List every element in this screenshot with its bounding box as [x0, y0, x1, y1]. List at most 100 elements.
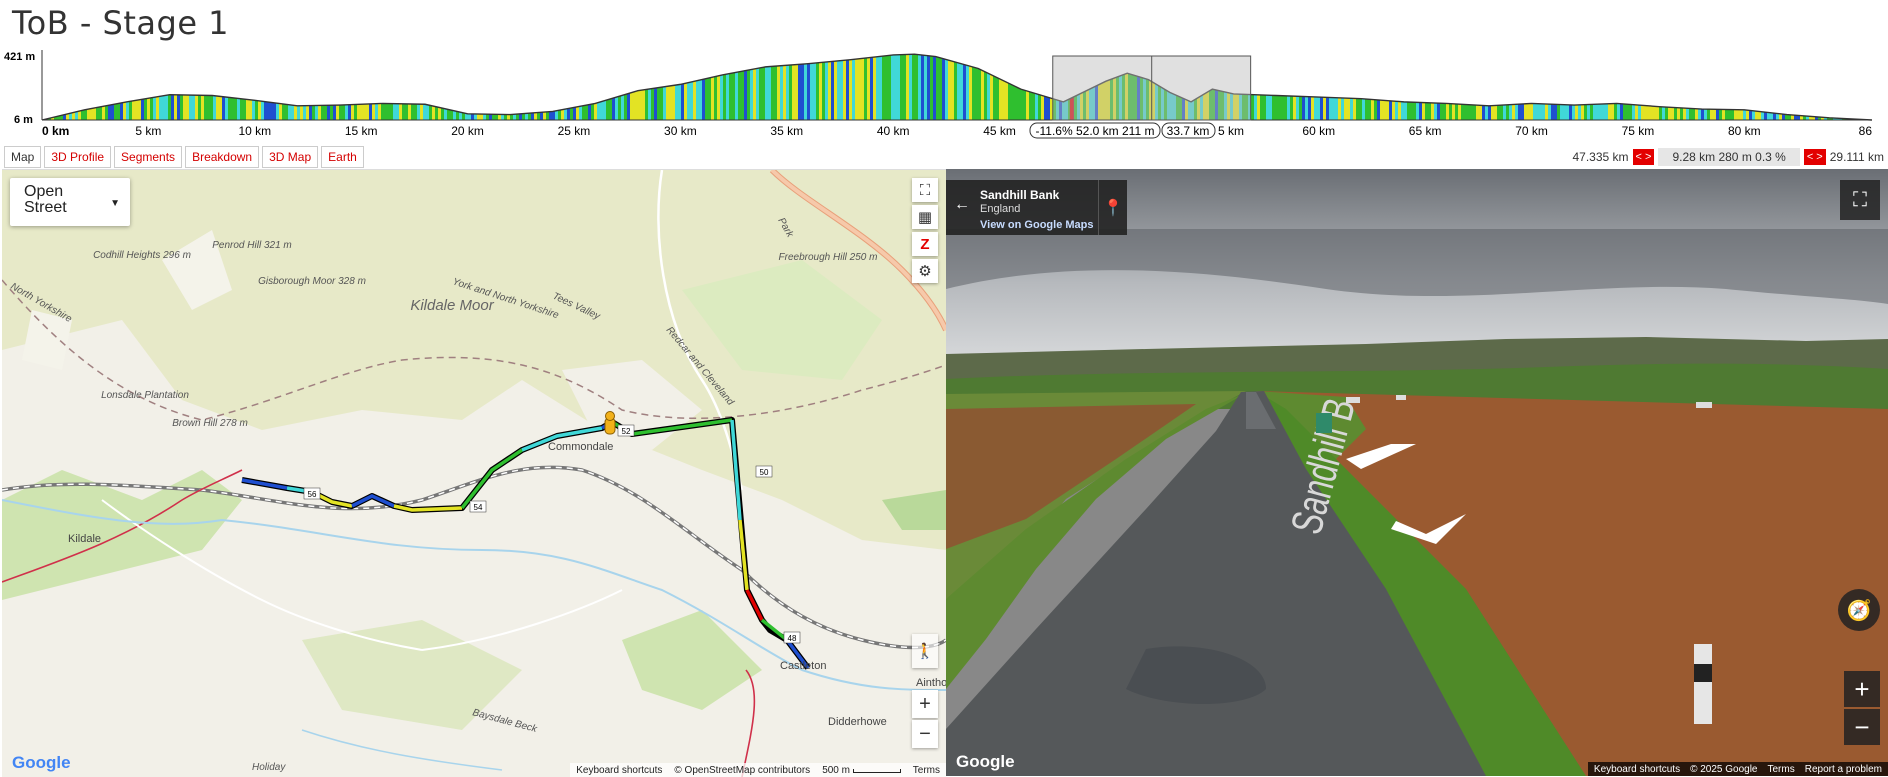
- route-map[interactable]: 56 54 52 50 48 Codhill Heights 296 m Pen…: [2, 169, 946, 777]
- pegman-button[interactable]: 🚶: [912, 634, 938, 668]
- tab-breakdown[interactable]: Breakdown: [185, 146, 260, 168]
- x-tick-labels: 0 km 5 km 10 km 15 km 20 km 25 km 30 km 35 km 40…: [42, 124, 1872, 138]
- gradient-strip: [1017, 54, 1020, 120]
- x-tick-label: 45 km: [983, 124, 1016, 138]
- shift-right-arrows-button[interactable]: < >: [1803, 149, 1826, 165]
- gradient-strip: [1485, 54, 1488, 120]
- gradient-strip: [666, 54, 669, 120]
- gradient-strip: [1806, 54, 1809, 120]
- compass-button[interactable]: 🧭: [1838, 589, 1880, 631]
- tab-segments[interactable]: Segments: [114, 146, 183, 168]
- x-tick-label: 20 km: [451, 124, 484, 138]
- gradient-strip: [1449, 54, 1452, 120]
- sv-zoom-out-button[interactable]: −: [1844, 709, 1880, 745]
- sv-keyboard-shortcuts-link[interactable]: Keyboard shortcuts: [1594, 764, 1680, 775]
- plus-icon: +: [1854, 673, 1870, 704]
- gradient-strip: [879, 54, 882, 120]
- zoom-in-button[interactable]: +: [912, 690, 938, 718]
- gradient-strip: [579, 54, 582, 120]
- tab-3d-map[interactable]: 3D Map: [262, 146, 319, 168]
- keyboard-shortcuts-link[interactable]: Keyboard shortcuts: [576, 765, 662, 776]
- gradient-strip: [645, 54, 648, 120]
- shift-left-arrows-button[interactable]: < >: [1632, 149, 1655, 165]
- gradient-strip: [270, 54, 273, 120]
- street-view-panel[interactable]: Sandhill B ← Sandhill Bank England View …: [946, 169, 1888, 776]
- fullscreen-button[interactable]: ⛶: [912, 178, 938, 202]
- gradient-strip: [510, 54, 513, 120]
- gradient-strip: [543, 54, 546, 120]
- layers-button[interactable]: ▦: [912, 205, 938, 229]
- gradient-strip: [459, 54, 462, 120]
- gradient-strip: [780, 54, 783, 120]
- gradient-strip: [1401, 54, 1404, 120]
- gradient-strip: [1305, 54, 1308, 120]
- gradient-strip: [609, 54, 612, 120]
- sv-fullscreen-button[interactable]: ⛶: [1840, 180, 1880, 220]
- google-logo-text: Google: [12, 753, 71, 772]
- map-canvas[interactable]: 56 54 52 50 48 Codhill Heights 296 m Pen…: [2, 170, 946, 777]
- gradient-strip: [1392, 54, 1395, 120]
- sv-terms-link[interactable]: Terms: [1768, 764, 1795, 775]
- elevation-profile[interactable]: 421 m 6 m 0 km 5 km 10 km 15 km 20 km 25 km 30…: [0, 50, 1888, 146]
- gradient-strip: [993, 54, 996, 120]
- gradient-strip: [405, 54, 408, 120]
- view-on-google-maps-link[interactable]: View on Google Maps: [980, 219, 1093, 231]
- sv-zoom-in-button[interactable]: +: [1844, 671, 1880, 707]
- terms-link[interactable]: Terms: [913, 765, 940, 776]
- pegman-marker[interactable]: [604, 411, 616, 435]
- gradient-strip: [1821, 54, 1824, 120]
- gradient-strip: [429, 54, 432, 120]
- elevation-chart[interactable]: 421 m 6 m 0 km 5 km 10 km 15 km 20 km 25 km 30…: [0, 50, 1888, 146]
- gradient-strip: [462, 54, 465, 120]
- gradient-strip: [591, 54, 594, 120]
- km-marker: 56: [303, 487, 321, 500]
- gradient-strip: [1497, 54, 1500, 120]
- label-castleton: Castleton: [780, 660, 826, 672]
- gradient-strip: [627, 54, 630, 120]
- gradient-strip: [1383, 54, 1386, 120]
- gradient-strip: [876, 54, 879, 120]
- gradient-strip: [1611, 54, 1614, 120]
- settings-button[interactable]: ⚙: [912, 259, 938, 283]
- gradient-strip: [924, 54, 927, 120]
- tab-earth[interactable]: Earth: [321, 146, 364, 168]
- gradient-strip: [1467, 54, 1470, 120]
- gradient-strip: [1389, 54, 1392, 120]
- gradient-strip: [51, 54, 54, 120]
- map-layer-select[interactable]: Open Street ▼: [10, 178, 130, 226]
- map-pin-button[interactable]: 📍: [1098, 180, 1127, 235]
- tab-map[interactable]: Map: [4, 146, 42, 168]
- gradient-strip: [492, 54, 495, 120]
- gradient-strip: [1029, 54, 1032, 120]
- street-view-image[interactable]: Sandhill B: [946, 169, 1888, 776]
- gradient-strip: [1752, 54, 1755, 120]
- gradient-strip: [1320, 54, 1323, 120]
- gradient-strip: [177, 54, 180, 120]
- gradient-strip: [1620, 54, 1623, 120]
- gradient-strip: [714, 54, 717, 120]
- gradient-strip: [660, 54, 663, 120]
- back-arrow-icon[interactable]: ←: [954, 196, 970, 214]
- gradient-strip: [1662, 54, 1665, 120]
- gradient-strip: [216, 54, 219, 120]
- gradient-strip: [606, 54, 609, 120]
- gradient-strip: [1251, 54, 1254, 120]
- tab-3d-profile[interactable]: 3D Profile: [44, 146, 112, 168]
- gradient-strip: [1842, 54, 1845, 120]
- zoom-out-button[interactable]: −: [912, 720, 938, 748]
- gradient-strip: [1299, 54, 1302, 120]
- zwift-button[interactable]: Z: [912, 232, 938, 256]
- gradient-strip: [738, 54, 741, 120]
- gradient-strip: [1512, 54, 1515, 120]
- gradient-strip: [1287, 54, 1290, 120]
- gradient-strip: [423, 54, 426, 120]
- gradient-strip: [792, 54, 795, 120]
- gradient-strip: [528, 54, 531, 120]
- gradient-strip: [642, 54, 645, 120]
- gradient-strip: [1869, 54, 1872, 120]
- gradient-strip: [1551, 54, 1554, 120]
- gradient-strip: [498, 54, 501, 120]
- gradient-strip: [729, 54, 732, 120]
- report-problem-link[interactable]: Report a problem: [1805, 764, 1882, 775]
- sv-copyright: © 2025 Google: [1690, 763, 1758, 775]
